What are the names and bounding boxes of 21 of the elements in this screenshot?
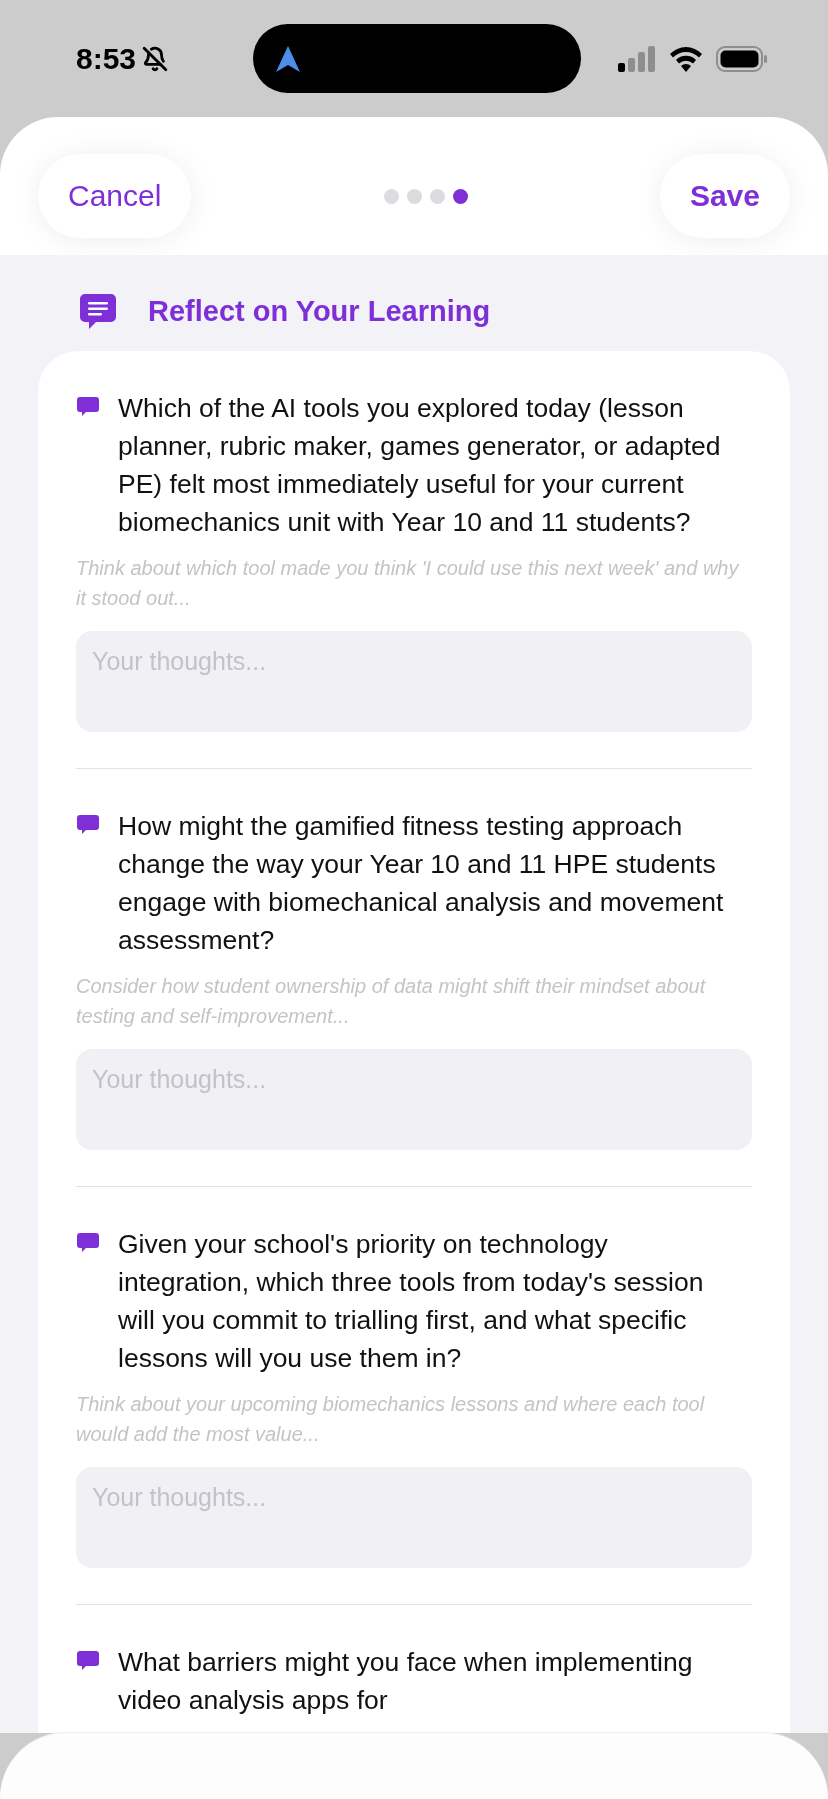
battery-icon	[716, 45, 768, 72]
speech-bubble-icon	[76, 813, 100, 837]
question-text: Which of the AI tools you explored today (lesson planner, rubric maker, games generator, or adapted PE) felt most immediately useful for your current biomechanics unit with Year 10 and 11 students?	[118, 392, 722, 539]
question-text: Given your school's priority on technology integration, which three tools from today's session will you commit to trialling first, and what specific lessons will you use them in?	[118, 1228, 705, 1375]
wifi-icon	[668, 45, 704, 72]
hint-text: Consider how student ownership of data might shift their mindset about testing and self-improvement...	[76, 974, 707, 1029]
speech-bubble-icon	[76, 1649, 100, 1673]
cancel-button[interactable]: Cancel	[38, 154, 192, 238]
signal-icon	[618, 45, 656, 72]
message-icon	[78, 291, 118, 331]
question-text: What barriers might you face when implementing video analysis apps for	[118, 1646, 694, 1717]
status-time: 8:53	[76, 41, 137, 76]
section-title: Reflect on Your Learning	[148, 294, 491, 328]
speech-bubble-icon	[76, 395, 100, 419]
bell-slash-icon	[142, 45, 169, 72]
speech-bubble-icon	[76, 1231, 100, 1255]
question-text: How might the gamified fitness testing approach change the way your Year 10 and 11 HPE students engage with biomechanical analysis and movement assessment?	[118, 810, 725, 957]
save-button[interactable]: Save	[659, 154, 790, 238]
hint-text: Think about your upcoming biomechanics lessons and where each tool would add the most value...	[76, 1392, 706, 1447]
location-arrow-icon	[275, 44, 301, 73]
hint-text: Think about which tool made you think 'I could use this next week' and why it stood out...	[76, 556, 741, 611]
